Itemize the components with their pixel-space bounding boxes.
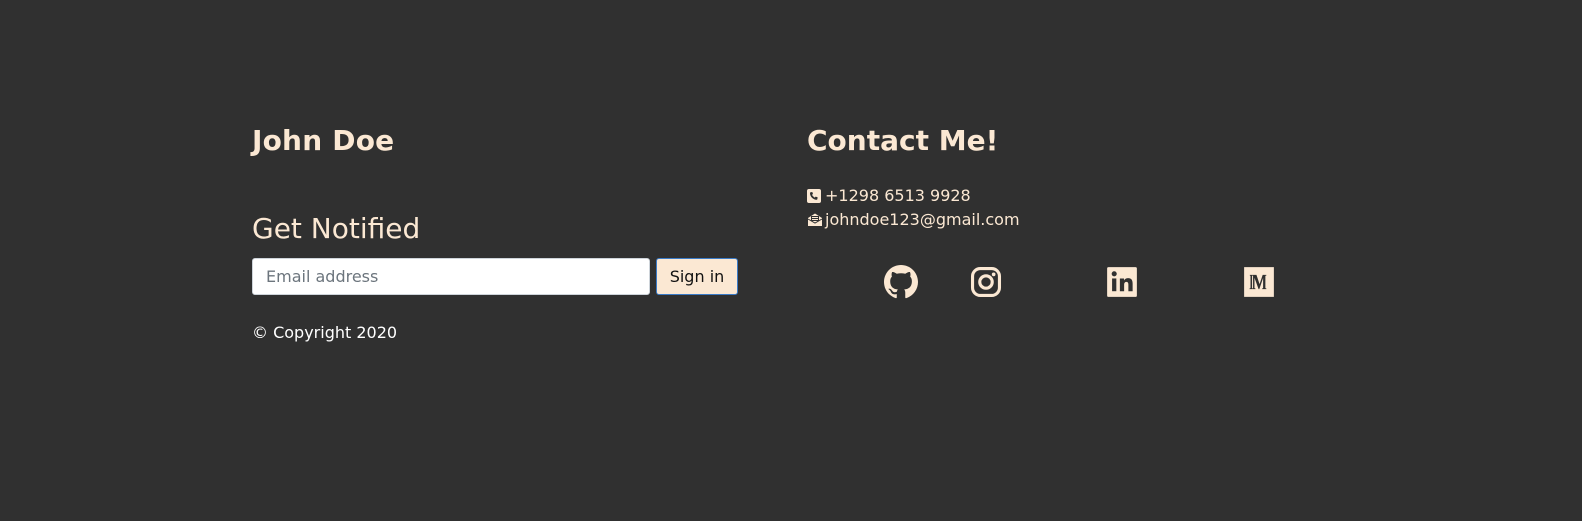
github-icon	[883, 265, 918, 303]
github-link[interactable]	[807, 264, 918, 304]
instagram-icon	[969, 265, 1003, 303]
footer-left-column: John Doe Get Notified Sign in © Copyrigh…	[252, 118, 744, 342]
contact-title: Contact Me!	[807, 124, 999, 157]
phone-square-icon	[807, 188, 821, 203]
sign-in-button[interactable]: Sign in	[656, 258, 738, 295]
copyright-text: © Copyright 2020	[252, 323, 398, 342]
footer-right-column: Contact Me! +1298 6513 9928 johndoe123@g…	[807, 118, 1327, 299]
brand-name: John Doe	[252, 124, 395, 157]
newsletter-title: Get Notified	[252, 212, 421, 245]
social-links	[807, 264, 1327, 304]
medium-link[interactable]	[1191, 264, 1327, 304]
contact-phone: +1298 6513 9928	[825, 185, 971, 205]
contact-list: +1298 6513 9928 johndoe123@gmail.com	[807, 183, 1020, 231]
medium-icon	[1242, 265, 1276, 303]
linkedin-link[interactable]	[1054, 264, 1190, 304]
contact-email-item: johndoe123@gmail.com	[807, 207, 1020, 231]
instagram-link[interactable]	[918, 264, 1054, 304]
contact-email[interactable]: johndoe123@gmail.com	[825, 210, 1020, 229]
email-input[interactable]	[252, 258, 650, 295]
newsletter-form: Sign in	[252, 258, 738, 295]
contact-phone-item: +1298 6513 9928	[807, 183, 1020, 207]
linkedin-icon	[1105, 265, 1139, 303]
envelope-open-icon	[807, 212, 823, 226]
